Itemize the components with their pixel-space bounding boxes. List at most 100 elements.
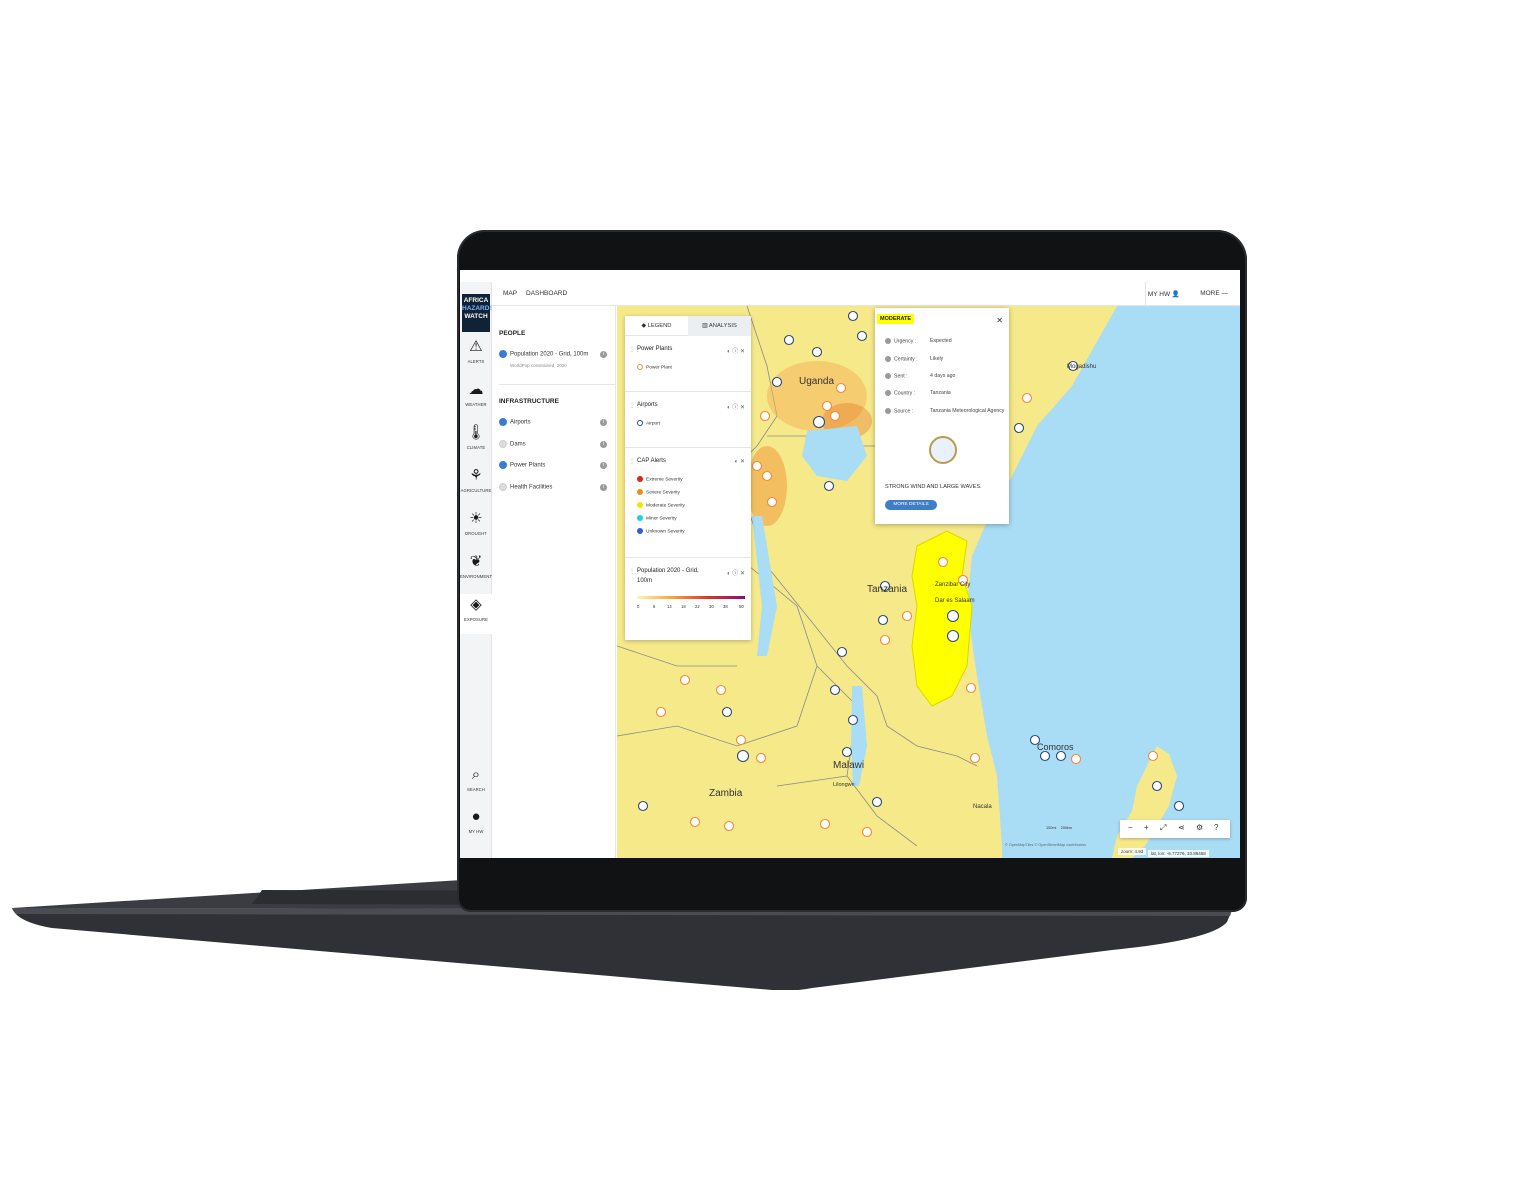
population-gradient [637,596,745,599]
legend-cap-moderate-label: Moderate Severity [646,503,685,509]
layers-panel: PEOPLE Population 2020 - Grid, 100m i Wo… [492,306,616,858]
legend-tabs: ◆ LEGEND ▥ ANALYSIS [625,316,751,336]
infrastructure-section-title: INFRASTRUCTURE [499,398,559,405]
top-bar: MAP DASHBOARD MY HW 👤 MORE — [492,282,1240,306]
rail-exposure[interactable]: ◈ EXPOSURE [460,594,492,634]
layer-health-facilities[interactable]: Health Facilities i [499,483,611,495]
more-details-button[interactable]: MORE DETAILS [885,500,937,510]
popup-value: Tanzania [930,390,951,396]
leaf-icon: ❦ [469,553,483,570]
people-section-title: PEOPLE [499,330,526,337]
rail-my-hw-label: MY HW [468,829,484,834]
gradient-tick: 50 [739,604,744,609]
gradient-tick: 22 [695,604,700,609]
zoom-in-icon[interactable]: + [1144,823,1149,832]
severity-swatch [637,515,643,521]
search-icon: ⌕ [471,766,481,783]
popup-value: Tanzania Meteorological Agency [930,408,1005,414]
layer-dams[interactable]: Dams i [499,440,611,452]
legend-panel: ◆ LEGEND ▥ ANALYSIS ⋮⋮ Power Plants ◐ ⓘ … [625,316,751,640]
scale-km: 200km [1060,826,1072,830]
my-hw-link[interactable]: MY HW 👤 [1148,290,1180,298]
rail-environment[interactable]: ❦ ENVIRONMENT [460,551,492,591]
coordinate-readout: lat, lon: -6.77276, 33.86468 [1148,850,1209,857]
logo-line-1: AFRICA [463,297,489,304]
rail-climate[interactable]: 🌡 CLIMATE [460,422,492,462]
layer-toggle[interactable] [499,440,507,448]
layer-toggle[interactable] [499,483,507,491]
gradient-tick: 38 [723,604,728,609]
rail-agriculture[interactable]: ⚘ AGRICULTURE [460,465,492,505]
legend-pop-title: Population 2020 - Grid, [637,568,699,574]
layer-toggle[interactable] [499,461,507,469]
layer-toggle[interactable] [499,418,507,426]
legend-population: ⋮⋮ Population 2020 - Grid, 100m ◐ ⓘ ✕ 0 … [625,558,751,640]
popup-value: Likely [930,356,944,362]
legend-airports: ⋮⋮ Airports ◐ ⓘ ✕ Airport [625,392,751,448]
tab-legend[interactable]: ◆ LEGEND [625,316,688,336]
menu-dash-icon: — [1221,290,1229,297]
info-icon[interactable]: i [600,462,607,469]
label-mogadishu: Mogadishu [1067,364,1096,370]
gear-icon[interactable]: ⚙ [1196,823,1203,832]
section-divider [499,384,615,385]
legend-block-controls[interactable]: ◐ ⓘ ✕ [727,568,745,577]
label-uganda: Uganda [799,376,834,387]
severity-swatch [637,528,643,534]
tab-legend-label: LEGEND [647,323,672,329]
scale-miles: 100mi [1046,826,1057,830]
severity-swatch [637,476,643,482]
rail-environment-label: ENVIRONMENT [460,574,493,579]
info-icon[interactable]: i [600,484,607,491]
rail-drought[interactable]: ☀ DROUGHT [460,508,492,548]
gradient-tick: 30 [709,604,714,609]
layer-population[interactable]: Population 2020 - Grid, 100m i [499,350,611,362]
share-icon[interactable]: ⋖ [1178,823,1185,832]
legend-block-controls[interactable]: ◐ ⓘ ✕ [727,346,745,355]
tab-analysis[interactable]: ▥ ANALYSIS [688,316,751,336]
info-icon[interactable]: i [600,351,607,358]
more-menu[interactable]: MORE — [1200,290,1228,297]
legend-cap-alerts: ⋮⋮ CAP Alerts ◐ ✕ Extreme Severity Sever… [625,448,751,558]
tab-dashboard[interactable]: DASHBOARD [526,290,567,297]
app-screen: Uganda Tanzania Zambia Malawi Comoros Mo… [460,270,1240,858]
legend-airport-item: Airport [637,420,660,426]
popup-key: Urgency : [894,338,917,345]
close-icon[interactable]: ✕ [996,316,1003,325]
app-logo[interactable]: AFRICA HAZARDS WATCH [462,294,494,332]
rail-alerts[interactable]: ⚠ ALERTS [460,336,492,376]
tab-map[interactable]: MAP [503,290,517,297]
legend-block-controls[interactable]: ◐ ⓘ ✕ [727,402,745,411]
layer-power-plants[interactable]: Power Plants i [499,461,611,473]
layer-health-facilities-label: Health Facilities [510,484,553,491]
legend-cap-minor: Minor Severity [637,515,677,521]
my-hw-label: MY HW [1147,291,1171,298]
legend-block-controls[interactable]: ◐ ✕ [735,458,745,465]
rail-my-hw[interactable]: ● MY HW [460,806,492,846]
info-icon[interactable]: i [600,441,607,448]
rail-weather-label: WEATHER [465,402,487,407]
label-dar: Dar es Salaam [935,598,975,604]
fullscreen-icon[interactable]: ⤢ [1160,823,1166,833]
legend-power-plants: ⋮⋮ Power Plants ◐ ⓘ ✕ Power Plant [625,336,751,392]
map-attribution[interactable]: © OpenMapTiles © OpenStreetMap contribut… [1005,843,1086,847]
layer-airports-label: Airports [510,419,531,426]
severity-swatch [637,502,643,508]
tab-analysis-label: ANALYSIS [708,323,737,329]
layer-toggle[interactable] [499,350,507,358]
help-icon[interactable]: ? [1214,823,1218,832]
thermometer-icon: 🌡 [466,424,486,441]
zoom-out-icon[interactable]: − [1128,823,1133,832]
label-nacala: Nacala [973,804,992,810]
info-icon[interactable]: i [600,419,607,426]
label-lilongwe: Lilongwe [833,782,855,788]
legend-power-item-label: Power Plant [646,365,672,371]
gradient-tick: 0 [637,604,640,609]
layer-airports[interactable]: Airports i [499,418,611,430]
popup-key: Sent : [894,373,908,380]
label-malawi: Malawi [833,760,864,771]
popup-key: Country : [894,390,916,397]
rail-weather[interactable]: ☁ WEATHER [460,379,492,419]
rail-drought-label: DROUGHT [465,531,487,536]
rail-search[interactable]: ⌕ SEARCH [460,764,492,804]
